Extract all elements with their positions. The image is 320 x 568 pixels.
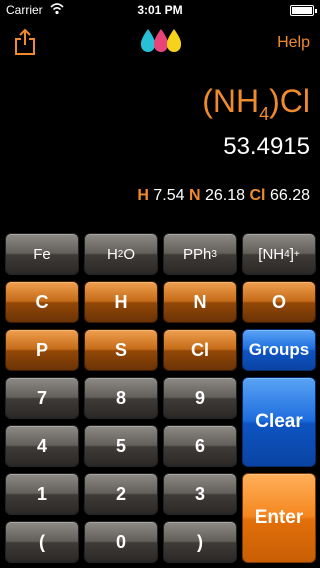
clear-button[interactable]: Clear: [242, 377, 316, 467]
key-3[interactable]: 3: [163, 473, 237, 515]
key-fe[interactable]: Fe: [5, 233, 79, 275]
key-7[interactable]: 7: [5, 377, 79, 419]
share-icon[interactable]: [14, 28, 36, 56]
status-bar: Carrier 3:01 PM: [0, 0, 320, 20]
key-2[interactable]: 2: [84, 473, 158, 515]
key-pph3[interactable]: PPh 3: [163, 233, 237, 275]
key-paren-open[interactable]: (: [5, 521, 79, 563]
key-6[interactable]: 6: [163, 425, 237, 467]
key-cl[interactable]: Cl: [163, 329, 237, 371]
key-n[interactable]: N: [163, 281, 237, 323]
nav-bar: Help: [0, 20, 320, 64]
key-p[interactable]: P: [5, 329, 79, 371]
key-nh4[interactable]: [NH 4] +: [242, 233, 316, 275]
help-link[interactable]: Help: [277, 34, 310, 52]
key-paren-close[interactable]: ): [163, 521, 237, 563]
composition-value: 7.54: [153, 187, 185, 204]
key-9[interactable]: 9: [163, 377, 237, 419]
composition-display: H 7.54 N 26.18 Cl 66.28: [137, 187, 310, 205]
key-8[interactable]: 8: [84, 377, 158, 419]
key-0[interactable]: 0: [84, 521, 158, 563]
composition-element: Cl: [249, 187, 266, 204]
battery-icon: [290, 5, 317, 16]
key-h2o[interactable]: H2O: [84, 233, 158, 275]
key-1[interactable]: 1: [5, 473, 79, 515]
formula-display: (NH4)Cl: [202, 83, 310, 124]
composition-element: N: [188, 187, 201, 204]
key-o[interactable]: O: [242, 281, 316, 323]
composition-element: H: [137, 187, 149, 204]
composition-value: 26.18: [205, 187, 246, 204]
key-c[interactable]: C: [5, 281, 79, 323]
key-s[interactable]: S: [84, 329, 158, 371]
key-4[interactable]: 4: [5, 425, 79, 467]
status-time: 3:01 PM: [137, 3, 183, 17]
composition-value: 66.28: [269, 187, 310, 204]
groups-button[interactable]: Groups: [242, 329, 316, 371]
drops-logo-icon: [140, 29, 182, 52]
molar-mass-display: 53.4915: [223, 133, 310, 160]
key-5[interactable]: 5: [84, 425, 158, 467]
key-h[interactable]: H: [84, 281, 158, 323]
enter-button[interactable]: Enter: [242, 473, 316, 563]
